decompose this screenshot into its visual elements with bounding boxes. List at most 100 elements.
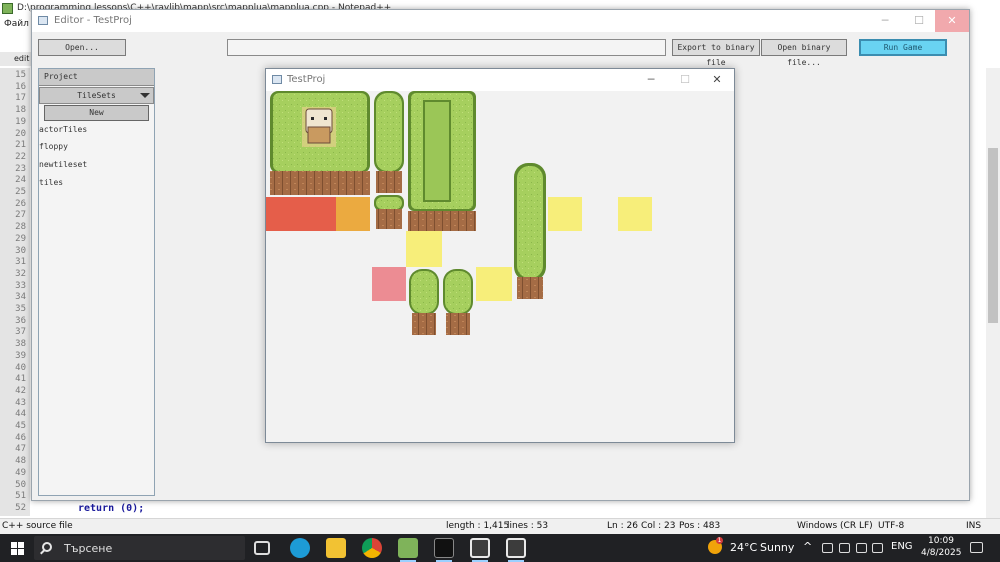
tileset-item[interactable]: tiles xyxy=(39,176,149,190)
scrollbar-thumb[interactable] xyxy=(988,148,998,323)
status-length: length : 1,415 xyxy=(446,521,510,531)
highlight-strip xyxy=(266,197,370,231)
explorer-icon[interactable] xyxy=(326,538,346,558)
line-number: 17 xyxy=(15,93,26,104)
tileset-item[interactable]: newtileset xyxy=(39,158,149,172)
line-number: 35 xyxy=(15,304,26,314)
line-number: 33 xyxy=(15,280,26,291)
line-number: 24 xyxy=(15,175,26,186)
chevron-up-icon[interactable]: ^ xyxy=(803,540,812,553)
game-title: TestProj xyxy=(287,74,326,85)
status-col: Col : 23 xyxy=(641,521,676,531)
selection-yellow xyxy=(476,267,512,301)
chevron-down-icon xyxy=(140,93,150,98)
close-button[interactable]: ✕ xyxy=(935,10,969,32)
game-canvas[interactable] xyxy=(266,91,734,443)
terminal-icon[interactable] xyxy=(434,538,454,558)
notepadpp-icon[interactable] xyxy=(398,538,418,558)
line-number: 18 xyxy=(15,105,26,116)
grass-tile-tall xyxy=(514,163,546,299)
weather-desc[interactable]: Sunny xyxy=(760,541,794,554)
export-binary-button[interactable]: Export to binary file xyxy=(672,39,760,67)
editor-app-icon[interactable] xyxy=(470,538,490,558)
task-view-icon[interactable] xyxy=(254,541,270,555)
code-line[interactable]: return (0); xyxy=(78,503,144,514)
vertical-scrollbar[interactable] xyxy=(986,68,1000,518)
status-ln: Ln : 26 xyxy=(607,521,638,531)
status-bar: C++ source file length : 1,415 lines : 5… xyxy=(0,518,1000,534)
tilesets-dropdown-label: TileSets xyxy=(77,91,116,100)
line-number: 22 xyxy=(15,151,26,162)
maximize-button[interactable]: ☐ xyxy=(902,10,936,32)
line-number: 42 xyxy=(15,385,26,396)
search-placeholder: Търсене xyxy=(64,542,113,555)
language-indicator[interactable]: ENG xyxy=(891,541,913,552)
line-number: 40 xyxy=(15,362,26,373)
minimize-button[interactable]: ─ xyxy=(868,10,902,32)
line-number: 52 xyxy=(15,502,26,513)
clock-time[interactable]: 10:09 xyxy=(928,536,954,546)
line-number: 45 xyxy=(15,421,26,431)
selection-yellow xyxy=(618,197,652,231)
line-number: 31 xyxy=(15,257,26,268)
minimize-button[interactable]: ─ xyxy=(634,69,668,91)
edge-icon[interactable] xyxy=(290,538,310,558)
grass-tile-pillar xyxy=(374,91,404,229)
path-input[interactable] xyxy=(227,39,666,56)
line-number: 50 xyxy=(15,479,26,490)
status-encoding: UTF-8 xyxy=(878,521,905,531)
selection-yellow xyxy=(548,197,582,231)
line-number: 48 xyxy=(15,456,26,467)
line-number: 21 xyxy=(15,140,26,151)
maximize-button[interactable]: ☐ xyxy=(668,69,702,91)
tileset-item[interactable]: floppy xyxy=(39,140,149,154)
weather-temp[interactable]: 24°C xyxy=(730,541,757,554)
line-number: 41 xyxy=(15,374,26,385)
status-file-type: C++ source file xyxy=(2,521,73,531)
clock-date[interactable]: 4/8/2025 xyxy=(921,548,961,558)
line-number: 51 xyxy=(15,491,26,502)
status-pos: Pos : 483 xyxy=(679,521,721,531)
line-number: 49 xyxy=(15,467,26,478)
taskbar-search[interactable]: Търсене xyxy=(34,536,245,560)
close-button[interactable]: ✕ xyxy=(700,69,734,91)
start-icon[interactable] xyxy=(11,542,24,555)
line-number: 47 xyxy=(15,444,26,455)
line-number: 15 xyxy=(15,70,26,80)
open-button[interactable]: Open... xyxy=(38,39,126,56)
volume-icon[interactable] xyxy=(872,543,883,553)
window-icon xyxy=(272,75,282,84)
selection-red xyxy=(372,267,406,301)
wifi-icon[interactable] xyxy=(856,543,867,553)
status-eol: Windows (CR LF) xyxy=(797,521,873,531)
battery-icon[interactable] xyxy=(839,543,850,553)
line-number: 19 xyxy=(15,116,26,127)
line-number: 46 xyxy=(15,432,26,443)
grass-tile-large xyxy=(270,91,370,195)
selection-yellow xyxy=(406,231,442,267)
line-number: 29 xyxy=(15,233,26,244)
tilesets-dropdown[interactable]: TileSets xyxy=(39,87,154,104)
game-title-bar: TestProj ─ ☐ ✕ xyxy=(266,69,734,91)
grass-tile-block xyxy=(408,91,476,231)
file-tab[interactable]: edit xyxy=(0,52,32,66)
tileset-item[interactable]: actorTiles xyxy=(39,123,149,137)
notepadpp-icon xyxy=(2,3,13,14)
line-number: 37 xyxy=(15,327,26,338)
weather-badge: 1 xyxy=(716,537,723,544)
run-game-button[interactable]: Run Game xyxy=(859,39,947,56)
chrome-icon[interactable] xyxy=(362,538,382,558)
raylib-app-icon[interactable] xyxy=(506,538,526,558)
open-binary-button[interactable]: Open binary file... xyxy=(761,39,847,67)
line-number: 38 xyxy=(15,339,26,350)
line-number: 39 xyxy=(15,350,26,361)
notification-icon[interactable] xyxy=(970,542,983,553)
network-icon[interactable] xyxy=(822,543,833,553)
taskbar: Търсене 1 24°C Sunny ^ ENG 10:09 4/8/202… xyxy=(0,534,1000,562)
line-number: 25 xyxy=(15,187,26,197)
game-window: TestProj ─ ☐ ✕ xyxy=(265,68,735,443)
line-number: 43 xyxy=(15,397,26,408)
line-number: 27 xyxy=(15,210,26,221)
new-tileset-button[interactable]: New xyxy=(44,105,149,121)
line-number: 23 xyxy=(15,163,26,174)
